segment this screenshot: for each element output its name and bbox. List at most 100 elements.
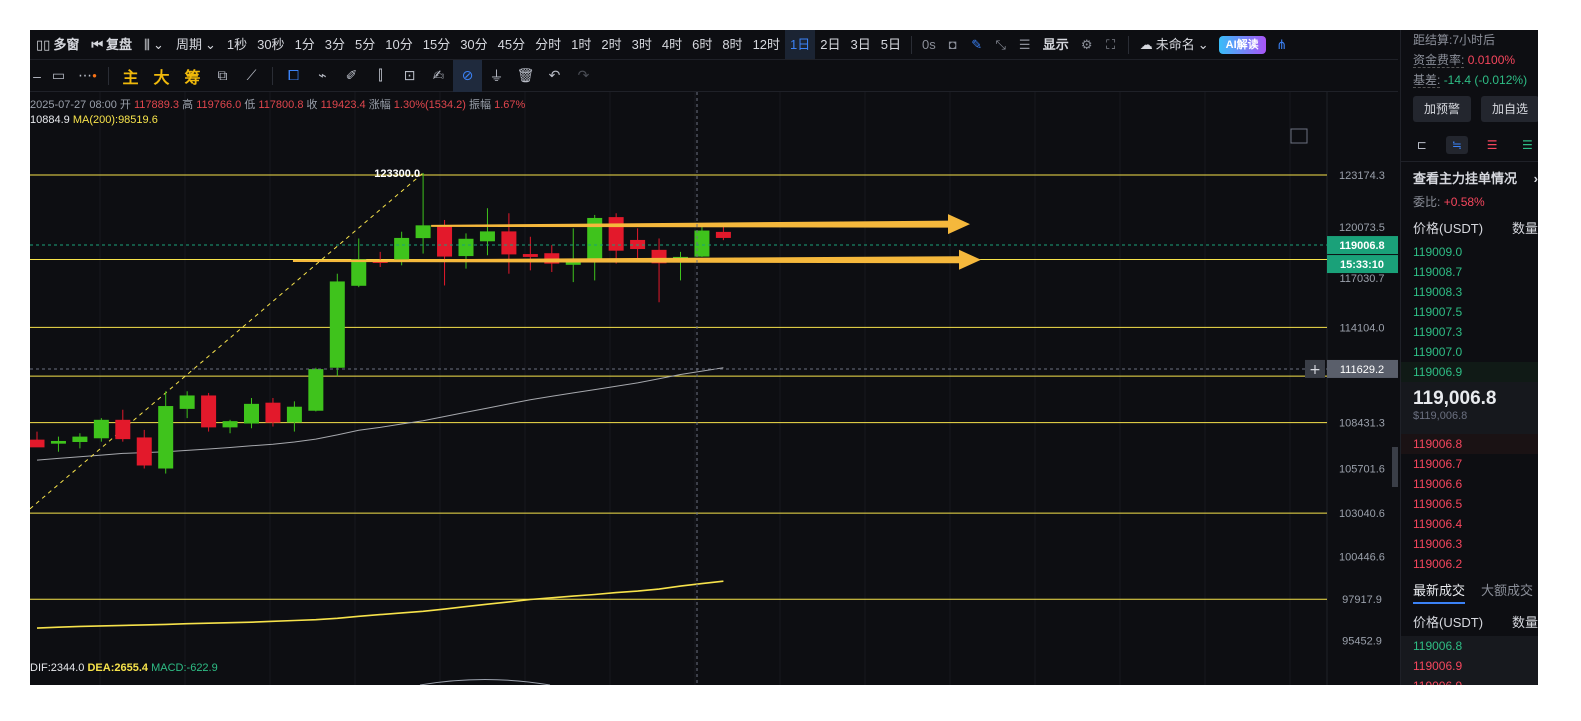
- candle-body[interactable]: [115, 419, 131, 440]
- candle-body[interactable]: [265, 402, 281, 423]
- undo-icon[interactable]: ↶: [540, 60, 569, 92]
- add-favorite-button[interactable]: 加自选: [1481, 96, 1538, 122]
- chip-distribution-button[interactable]: 筹: [177, 64, 208, 88]
- candle-body[interactable]: [179, 395, 195, 409]
- chart-fullscreen-icon[interactable]: [1290, 128, 1308, 144]
- period-5[interactable]: 10分: [380, 30, 417, 59]
- big-order-button[interactable]: 大: [146, 64, 177, 88]
- main-orders-link[interactable]: 查看主力挂单情况 ›: [1401, 166, 1538, 192]
- add-alert-button[interactable]: 加预警: [1413, 96, 1472, 122]
- tab-latest-trades[interactable]: 最新成交: [1413, 578, 1466, 604]
- trend-line[interactable]: [30, 172, 424, 510]
- period-13[interactable]: 4时: [657, 30, 687, 59]
- multi-window-button[interactable]: ▯▯ 多窗: [30, 30, 85, 59]
- period-7[interactable]: 30分: [455, 30, 492, 59]
- bids-row[interactable]: 119006.6: [1401, 474, 1538, 494]
- candle-body[interactable]: [501, 231, 517, 255]
- more-icon[interactable]: ⋯ ●: [73, 60, 102, 92]
- period-18[interactable]: 2日: [815, 30, 845, 59]
- sidebar-collapse-handle[interactable]: [1392, 447, 1398, 487]
- candle-body[interactable]: [458, 238, 474, 257]
- candle-body[interactable]: [72, 436, 88, 442]
- period-10[interactable]: 1时: [566, 30, 596, 59]
- period-2[interactable]: 1分: [290, 30, 320, 59]
- asks-row[interactable]: 119007.0: [1401, 342, 1538, 362]
- ruler-tool-icon[interactable]: ⟋: [237, 60, 266, 92]
- asks-row[interactable]: 119007.5: [1401, 302, 1538, 322]
- period-14[interactable]: 6时: [687, 30, 717, 59]
- asks-row[interactable]: 119008.7: [1401, 262, 1538, 282]
- candle-body[interactable]: [50, 440, 66, 444]
- candle-body[interactable]: [351, 259, 367, 286]
- both-sides-view-icon[interactable]: ≒: [1446, 136, 1468, 154]
- period-6[interactable]: 15分: [418, 30, 455, 59]
- period-15[interactable]: 8时: [717, 30, 747, 59]
- gear-icon[interactable]: ⚙: [1075, 30, 1099, 59]
- chart-type-button[interactable]: ⫼ ⌄: [138, 30, 170, 59]
- note-icon[interactable]: ✍: [424, 60, 453, 92]
- brush-icon[interactable]: ✐: [337, 60, 366, 92]
- candle-body[interactable]: [437, 225, 453, 257]
- period-9[interactable]: 分时: [530, 30, 566, 59]
- candle-body[interactable]: [136, 437, 152, 466]
- bids-row[interactable]: 119006.5: [1401, 494, 1538, 514]
- layout-dropdown[interactable]: ☁ 未命名 ⌄: [1134, 30, 1215, 59]
- asks-row[interactable]: 119006.9: [1401, 362, 1538, 382]
- period-20[interactable]: 5日: [876, 30, 906, 59]
- period-8[interactable]: 45分: [493, 30, 530, 59]
- candle-body[interactable]: [630, 239, 646, 250]
- period-12[interactable]: 3时: [627, 30, 657, 59]
- expand-icon[interactable]: ⤡: [989, 30, 1013, 59]
- ai-interpret-button[interactable]: AI解读: [1218, 35, 1266, 54]
- candle-body[interactable]: [479, 231, 495, 242]
- candle-body[interactable]: [201, 395, 217, 428]
- candle-body[interactable]: [522, 254, 538, 257]
- period-0[interactable]: 1秒: [222, 30, 252, 59]
- trash-icon[interactable]: 🗑: [511, 60, 540, 92]
- bids-row[interactable]: 119006.8: [1401, 434, 1538, 454]
- default-view-icon[interactable]: ⊏: [1411, 136, 1432, 154]
- filter-icon[interactable]: ⏚: [482, 60, 511, 92]
- rectangle-icon[interactable]: ▭: [44, 60, 73, 92]
- countdown-toggle[interactable]: 0s: [917, 30, 941, 59]
- asks-row[interactable]: 119007.3: [1401, 322, 1538, 342]
- candle-body[interactable]: [222, 421, 238, 428]
- lock-icon[interactable]: ⊡: [395, 60, 424, 92]
- period-1[interactable]: 30秒: [252, 30, 289, 59]
- measure-icon[interactable]: ⌁: [308, 60, 337, 92]
- price-chart[interactable]: 123300.0 123174.3 120073.5 117030.7 114104.0…: [30, 92, 1398, 685]
- display-button[interactable]: 显示: [1037, 30, 1075, 59]
- candle-body[interactable]: [308, 369, 324, 411]
- candle-body[interactable]: [715, 231, 731, 238]
- candle-body[interactable]: [30, 439, 45, 448]
- period-19[interactable]: 3日: [846, 30, 876, 59]
- candle-body[interactable]: [608, 217, 624, 251]
- asks-view-icon[interactable]: ☰: [1482, 136, 1503, 154]
- pen-icon[interactable]: ✎: [965, 30, 989, 59]
- candle-body[interactable]: [286, 406, 302, 423]
- period-11[interactable]: 2时: [596, 30, 626, 59]
- bids-row[interactable]: 119006.7: [1401, 454, 1538, 474]
- bookmark-icon[interactable]: ⧠: [279, 60, 308, 92]
- asks-row[interactable]: 119009.0: [1401, 242, 1538, 262]
- asks-row[interactable]: 119008.3: [1401, 282, 1538, 302]
- period-dropdown[interactable]: 周期 ⌄: [170, 30, 222, 59]
- bids-row[interactable]: 119006.4: [1401, 514, 1538, 534]
- period-17[interactable]: 1日: [785, 30, 816, 59]
- tab-big-trades[interactable]: 大额成交: [1481, 578, 1533, 604]
- candle-body[interactable]: [93, 419, 109, 439]
- cursor-icon[interactable]: –: [30, 60, 44, 92]
- period-4[interactable]: 5分: [350, 30, 380, 59]
- candle-body[interactable]: [329, 281, 345, 368]
- candle-body[interactable]: [244, 403, 259, 424]
- main-indicator-button[interactable]: 主: [115, 64, 146, 88]
- period-3[interactable]: 3分: [320, 30, 350, 59]
- fullscreen-icon[interactable]: ⛶: [1099, 30, 1123, 59]
- candle-body[interactable]: [158, 406, 174, 469]
- replay-button[interactable]: ⏮ 复盘: [85, 30, 138, 59]
- camera-icon[interactable]: ◘: [941, 30, 965, 59]
- indicator-icon[interactable]: ⧉: [208, 60, 237, 92]
- pattern-icon[interactable]: ⫿: [366, 60, 395, 92]
- candle-body[interactable]: [415, 225, 431, 239]
- redo-icon[interactable]: ↷: [569, 60, 598, 92]
